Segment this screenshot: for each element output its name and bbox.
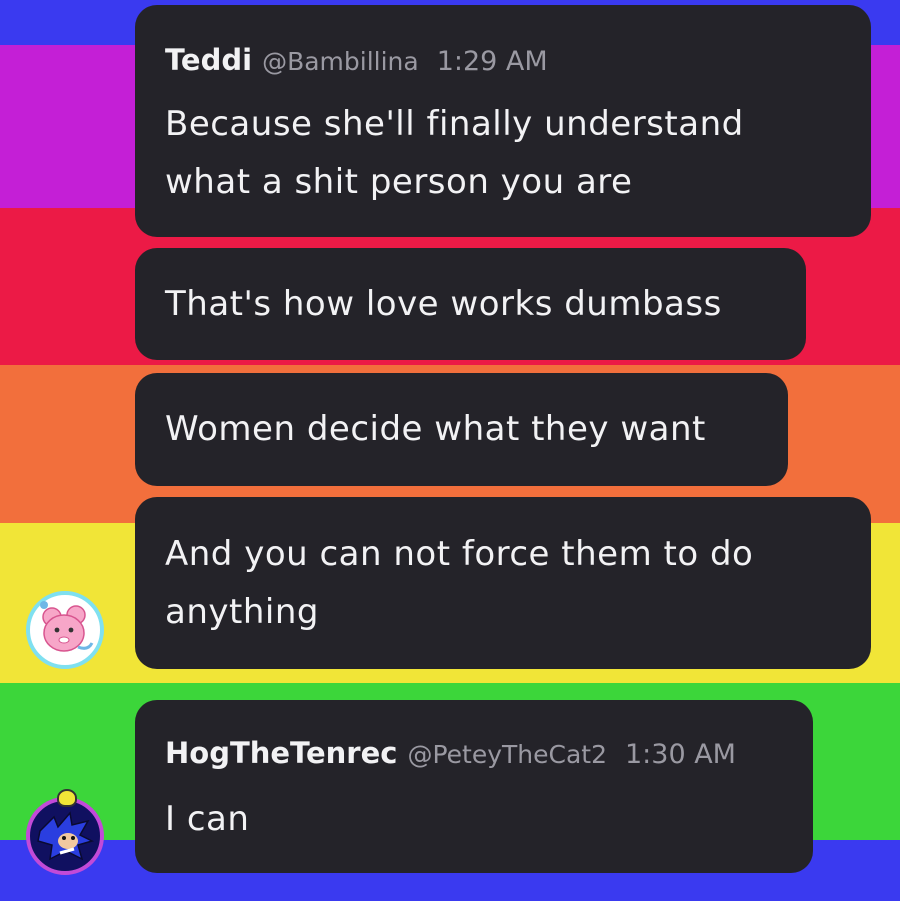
message-text: Women decide what they want bbox=[165, 409, 706, 449]
username[interactable]: Teddi bbox=[165, 43, 252, 77]
user-handle[interactable]: @PeteyTheCat2 bbox=[407, 740, 607, 769]
message-bubble[interactable]: HogTheTenrec @PeteyTheCat2 1:30 AM I can bbox=[135, 700, 813, 873]
pink-bear-avatar-icon bbox=[40, 601, 94, 652]
message-header: Teddi @Bambillina 1:29 AM bbox=[165, 43, 548, 77]
message-text: That's how love works dumbass bbox=[165, 284, 722, 324]
message-text: And you can not force them to do anythin… bbox=[165, 534, 754, 632]
user-avatar[interactable] bbox=[26, 591, 104, 669]
username[interactable]: HogTheTenrec bbox=[165, 736, 397, 770]
user-avatar[interactable] bbox=[26, 797, 104, 875]
message-bubble[interactable]: Teddi @Bambillina 1:29 AM Because she'll f… bbox=[135, 5, 871, 237]
message-bubble[interactable]: Women decide what they want bbox=[135, 373, 788, 486]
message-header: HogTheTenrec @PeteyTheCat2 1:30 AM bbox=[165, 736, 736, 770]
timestamp: 1:29 AM bbox=[436, 46, 548, 77]
crown-badge-icon bbox=[57, 789, 77, 807]
message-text: I can bbox=[165, 799, 250, 839]
user-handle[interactable]: @Bambillina bbox=[262, 47, 419, 76]
message-text: Because she'll finally understand what a… bbox=[165, 104, 744, 202]
message-bubble[interactable]: And you can not force them to do anythin… bbox=[135, 497, 871, 669]
blue-hedgehog-avatar-icon bbox=[37, 811, 95, 861]
message-bubble[interactable]: That's how love works dumbass bbox=[135, 248, 806, 360]
timestamp: 1:30 AM bbox=[624, 739, 736, 770]
